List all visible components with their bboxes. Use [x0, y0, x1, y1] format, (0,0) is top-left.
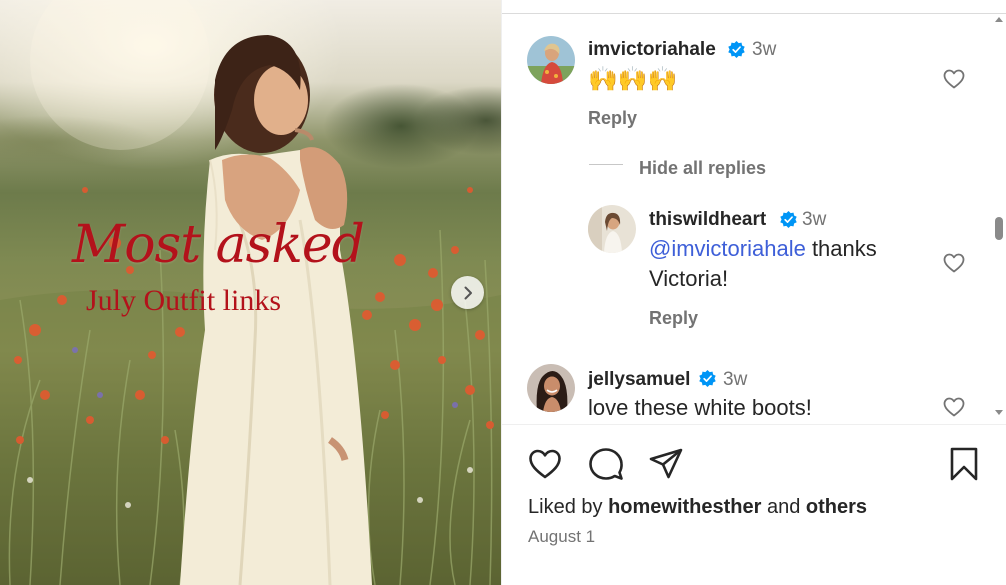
comments-panel: imvictoriahale 3w 🙌🙌🙌 Reply Hide all rep…: [501, 0, 1006, 585]
comment-time: 3w: [752, 39, 777, 60]
likes-joiner: and: [766, 496, 801, 518]
comment-username[interactable]: imvictoriahale: [588, 39, 716, 61]
comment-time: 3w: [723, 369, 748, 390]
comment-like-heart-icon[interactable]: [942, 251, 966, 275]
mention-link[interactable]: @imvictoriahale: [649, 236, 806, 261]
comment-text-part: thanks: [805, 236, 877, 261]
comment-bubble-icon[interactable]: [588, 446, 624, 482]
next-slide-button[interactable]: [451, 276, 484, 309]
overlay-title: Most asked: [72, 215, 365, 275]
comment-username[interactable]: thiswildheart: [649, 209, 766, 231]
comment-like-heart-icon[interactable]: [942, 67, 966, 91]
actions-divider: [502, 424, 1006, 425]
hide-replies-line: [589, 164, 623, 165]
comment-text-part: Victoria!: [649, 266, 729, 291]
comment-time: 3w: [802, 209, 827, 230]
scroll-up-arrow-icon[interactable]: [995, 17, 1003, 22]
post-date[interactable]: August 1: [528, 527, 595, 547]
likes-summary: Liked by homewithesther and others: [528, 496, 867, 519]
heart-icon[interactable]: [527, 446, 563, 482]
chevron-right-icon: [464, 286, 472, 299]
liked-by-others-link[interactable]: others: [806, 496, 867, 518]
scroll-thumb[interactable]: [995, 217, 1003, 240]
likes-prefix: Liked by: [528, 496, 603, 518]
comment-text: 🙌🙌🙌: [588, 65, 678, 93]
comment-username[interactable]: jellysamuel: [588, 369, 690, 391]
comment-list[interactable]: imvictoriahale 3w 🙌🙌🙌 Reply Hide all rep…: [502, 14, 992, 424]
hide-all-replies-button[interactable]: Hide all replies: [639, 158, 766, 179]
verified-badge-icon: [780, 210, 797, 229]
comment-like-heart-icon[interactable]: [942, 395, 966, 419]
scroll-down-arrow-icon[interactable]: [995, 410, 1003, 415]
post-media[interactable]: Most asked July Outfit links: [0, 0, 501, 585]
comment-text: love these white boots!: [588, 395, 812, 420]
overlay-subtitle: July Outfit links: [86, 284, 282, 317]
liked-by-user-link[interactable]: homewithesther: [608, 496, 761, 518]
reply-button[interactable]: Reply: [649, 308, 698, 329]
avatar[interactable]: [527, 36, 575, 84]
verified-badge-icon: [699, 369, 716, 388]
avatar[interactable]: [527, 364, 575, 412]
comments-scrollbar[interactable]: [992, 14, 1006, 424]
reply-button[interactable]: Reply: [588, 108, 637, 129]
post-dialog: Most asked July Outfit links imvictoriah…: [0, 0, 1006, 585]
verified-badge-icon: [728, 40, 745, 59]
bookmark-icon[interactable]: [946, 446, 982, 482]
avatar[interactable]: [588, 205, 636, 253]
comment-text: @imvictoriahale thanks Victoria!: [649, 234, 929, 294]
paper-plane-icon[interactable]: [648, 446, 684, 482]
